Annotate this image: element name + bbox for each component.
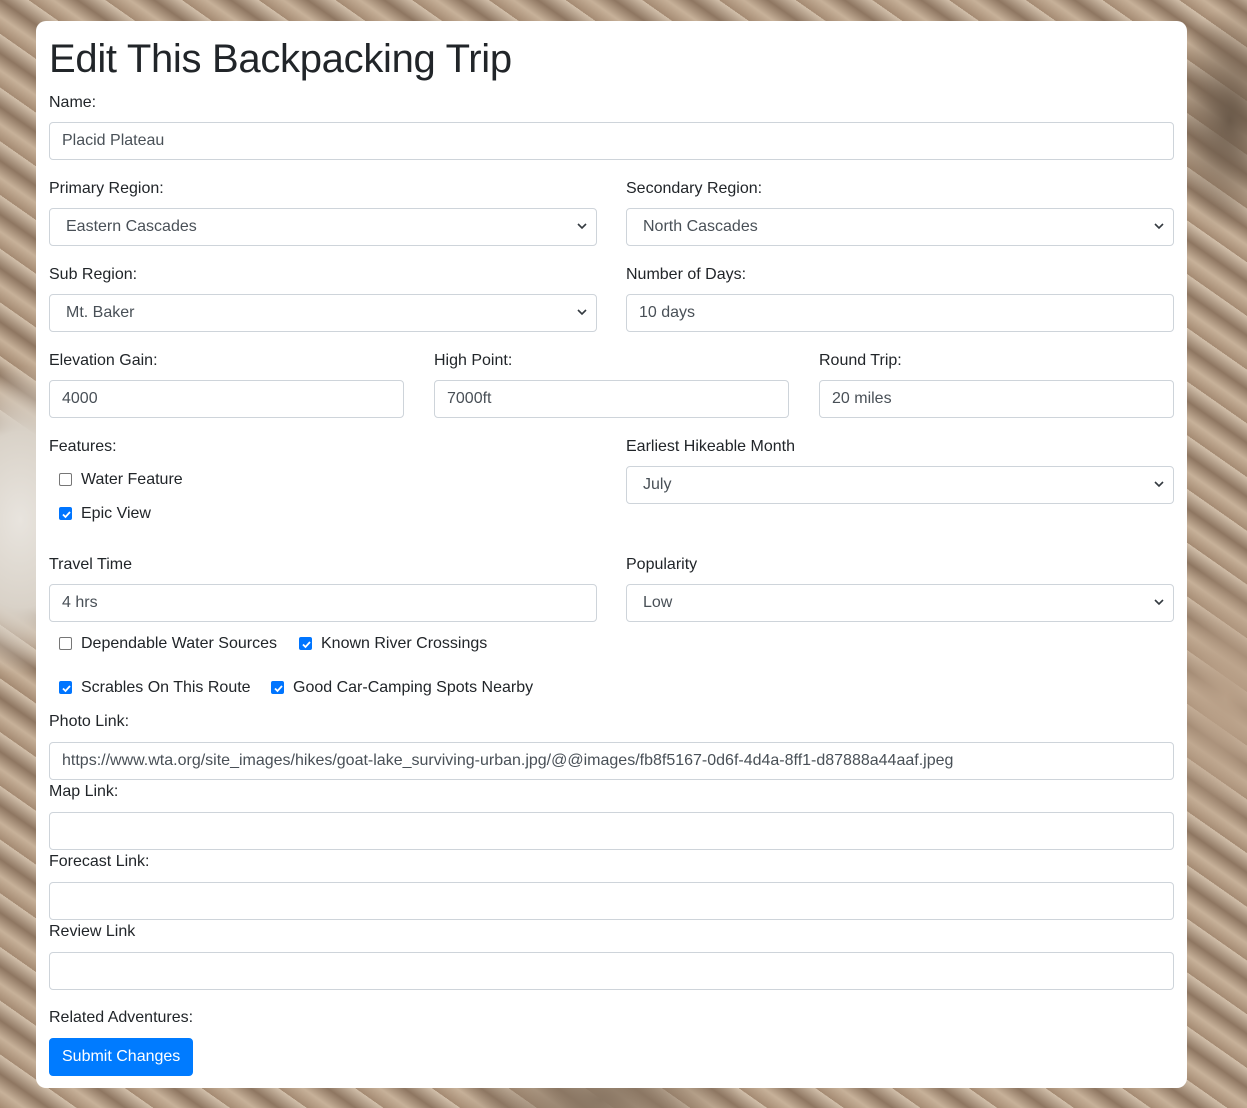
earliest-month-label: Earliest Hikeable Month — [626, 438, 795, 455]
sub-region-label: Sub Region: — [49, 266, 138, 283]
chevron-down-icon — [1154, 481, 1164, 488]
checkmark-icon — [302, 641, 311, 649]
map-link-input[interactable] — [49, 812, 1174, 850]
earliest-month-value: July — [643, 476, 672, 493]
photo-link-label: Photo Link: — [49, 713, 130, 730]
submit-changes-button[interactable]: Submit Changes — [49, 1038, 194, 1076]
water-feature-label: Water Feature — [81, 471, 183, 488]
number-of-days-label: Number of Days: — [626, 266, 747, 283]
popularity-value: Low — [643, 594, 673, 611]
forecast-link-label: Forecast Link: — [49, 853, 150, 870]
water-feature-checkbox[interactable] — [59, 473, 72, 486]
related-adventures-label: Related Adventures: — [49, 1009, 194, 1026]
primary-region-select[interactable]: Eastern Cascades — [49, 208, 597, 246]
scrambles-checkbox[interactable] — [59, 681, 72, 694]
forecast-link-input[interactable] — [49, 882, 1174, 920]
photo-link-input[interactable] — [49, 742, 1174, 780]
chevron-down-icon — [1154, 599, 1164, 606]
travel-time-input[interactable] — [49, 584, 597, 622]
dependable-water-label: Dependable Water Sources — [81, 635, 277, 652]
number-of-days-input[interactable] — [626, 294, 1174, 332]
edit-trip-card: Edit This Backpacking Trip Name: Primary… — [36, 21, 1187, 1088]
elevation-gain-input[interactable] — [49, 380, 404, 418]
chevron-down-icon — [577, 223, 587, 230]
name-input[interactable] — [49, 122, 1174, 160]
sub-region-value: Mt. Baker — [66, 304, 135, 321]
earliest-month-select[interactable]: July — [626, 466, 1174, 504]
popularity-label: Popularity — [626, 556, 698, 573]
round-trip-label: Round Trip: — [819, 352, 902, 369]
map-link-label: Map Link: — [49, 783, 119, 800]
review-link-label: Review Link — [49, 923, 136, 940]
river-crossings-checkbox[interactable] — [299, 637, 312, 650]
river-crossings-label: Known River Crossings — [321, 635, 488, 652]
chevron-down-icon — [1154, 223, 1164, 230]
high-point-label: High Point: — [434, 352, 513, 369]
sub-region-select[interactable]: Mt. Baker — [49, 294, 597, 332]
chevron-down-icon — [577, 309, 587, 316]
round-trip-input[interactable] — [819, 380, 1174, 418]
popularity-select[interactable]: Low — [626, 584, 1174, 622]
features-label: Features: — [49, 438, 117, 455]
high-point-input[interactable] — [434, 380, 789, 418]
dependable-water-checkbox[interactable] — [59, 637, 72, 650]
epic-view-label: Epic View — [81, 505, 151, 522]
scrambles-label: Scrables On This Route — [81, 679, 251, 696]
travel-time-label: Travel Time — [49, 556, 132, 573]
secondary-region-value: North Cascades — [643, 218, 758, 235]
car-camping-label: Good Car-Camping Spots Nearby — [293, 679, 534, 696]
secondary-region-select[interactable]: North Cascades — [626, 208, 1174, 246]
car-camping-checkbox[interactable] — [271, 681, 284, 694]
elevation-gain-label: Elevation Gain: — [49, 352, 158, 369]
epic-view-checkbox[interactable] — [59, 507, 72, 520]
primary-region-value: Eastern Cascades — [66, 218, 197, 235]
page-title: Edit This Backpacking Trip — [49, 37, 512, 81]
primary-region-label: Primary Region: — [49, 180, 164, 197]
checkmark-icon — [274, 685, 283, 693]
checkmark-icon — [62, 511, 71, 519]
name-label: Name: — [49, 94, 97, 111]
review-link-input[interactable] — [49, 952, 1174, 990]
secondary-region-label: Secondary Region: — [626, 180, 763, 197]
checkmark-icon — [62, 685, 71, 693]
